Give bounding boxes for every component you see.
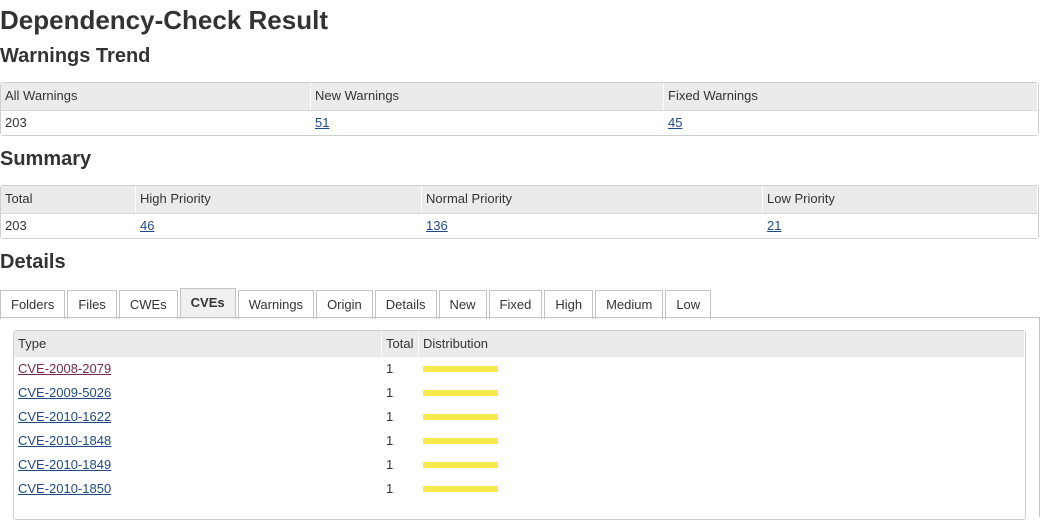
total-count: 1 xyxy=(386,433,394,448)
cve-link[interactable]: CVE-2010-1850 xyxy=(18,481,111,496)
table-row: CVE-2010-1622 1 xyxy=(14,405,1025,429)
high-priority-link[interactable]: 46 xyxy=(140,218,154,233)
column-header-new-warnings: New Warnings xyxy=(311,83,664,110)
new-warnings-link[interactable]: 51 xyxy=(315,115,329,130)
distribution-bar xyxy=(423,486,498,492)
tab-cwes[interactable]: CWEs xyxy=(118,290,178,319)
table-row: CVE-2010-1848 1 xyxy=(14,429,1025,453)
normal-priority-link[interactable]: 136 xyxy=(426,218,448,233)
table-header-row: Total High Priority Normal Priority Low … xyxy=(1,186,1038,213)
tab-high[interactable]: High xyxy=(544,290,594,319)
tab-medium[interactable]: Medium xyxy=(595,290,664,319)
total-count: 1 xyxy=(386,409,394,424)
cve-link[interactable]: CVE-2010-1622 xyxy=(18,409,111,424)
distribution-bar xyxy=(423,414,498,420)
total-count: 1 xyxy=(386,457,394,472)
cve-table: Type Total Distribution CVE-2008-2079 1 CV… xyxy=(13,330,1026,520)
details-tab-bar: Folders Files CWEs CVEs Warnings Origin … xyxy=(0,288,713,319)
distribution-bar xyxy=(423,462,498,468)
tab-cves[interactable]: CVEs xyxy=(179,288,236,319)
distribution-bar xyxy=(423,366,498,372)
column-header-low-priority: Low Priority xyxy=(763,186,1038,213)
fixed-warnings-link[interactable]: 45 xyxy=(668,115,682,130)
table-header-row: Type Total Distribution xyxy=(14,331,1025,357)
total-count: 1 xyxy=(386,385,394,400)
total-count: 1 xyxy=(386,481,394,496)
summary-heading: Summary xyxy=(0,148,92,170)
distribution-bar xyxy=(423,438,498,444)
column-header-high-priority: High Priority xyxy=(136,186,422,213)
tab-new[interactable]: New xyxy=(438,290,487,319)
column-header-all-warnings: All Warnings xyxy=(1,83,311,110)
cve-link[interactable]: CVE-2010-1848 xyxy=(18,433,111,448)
tab-details[interactable]: Details xyxy=(374,290,437,319)
table-row: 203 51 45 xyxy=(1,110,1038,135)
tab-low[interactable]: Low xyxy=(665,290,712,319)
page-title: Dependency-Check Result xyxy=(0,5,328,35)
distribution-bar xyxy=(423,390,498,396)
tab-fixed[interactable]: Fixed xyxy=(488,290,543,319)
table-row: CVE-2009-5026 1 xyxy=(14,381,1025,405)
table-row: CVE-2010-1850 1 xyxy=(14,477,1025,501)
tab-warnings[interactable]: Warnings xyxy=(237,290,315,319)
cve-link[interactable]: CVE-2008-2079 xyxy=(18,361,111,376)
warnings-trend-heading: Warnings Trend xyxy=(0,45,151,67)
summary-table: Total High Priority Normal Priority Low … xyxy=(0,185,1039,239)
tab-files[interactable]: Files xyxy=(67,290,117,319)
column-header-total[interactable]: Total xyxy=(382,331,419,357)
column-header-total: Total xyxy=(1,186,136,213)
tab-folders[interactable]: Folders xyxy=(0,290,66,319)
column-header-distribution[interactable]: Distribution xyxy=(419,331,1025,357)
table-header-row: All Warnings New Warnings Fixed Warnings xyxy=(1,83,1038,110)
details-heading: Details xyxy=(0,251,66,273)
warnings-trend-table: All Warnings New Warnings Fixed Warnings… xyxy=(0,82,1039,136)
total-count: 1 xyxy=(386,361,394,376)
table-row: CVE-2010-1849 1 xyxy=(14,453,1025,477)
cve-link[interactable]: CVE-2010-1849 xyxy=(18,457,111,472)
table-row: CVE-2008-2079 1 xyxy=(14,357,1025,381)
column-header-type[interactable]: Type xyxy=(14,331,382,357)
table-row: 203 46 136 21 xyxy=(1,213,1038,238)
total-value: 203 xyxy=(5,218,27,233)
tab-origin[interactable]: Origin xyxy=(316,290,373,319)
column-header-normal-priority: Normal Priority xyxy=(422,186,763,213)
column-header-fixed-warnings: Fixed Warnings xyxy=(664,83,1038,110)
cve-link[interactable]: CVE-2009-5026 xyxy=(18,385,111,400)
low-priority-link[interactable]: 21 xyxy=(767,218,781,233)
all-warnings-value: 203 xyxy=(5,115,27,130)
